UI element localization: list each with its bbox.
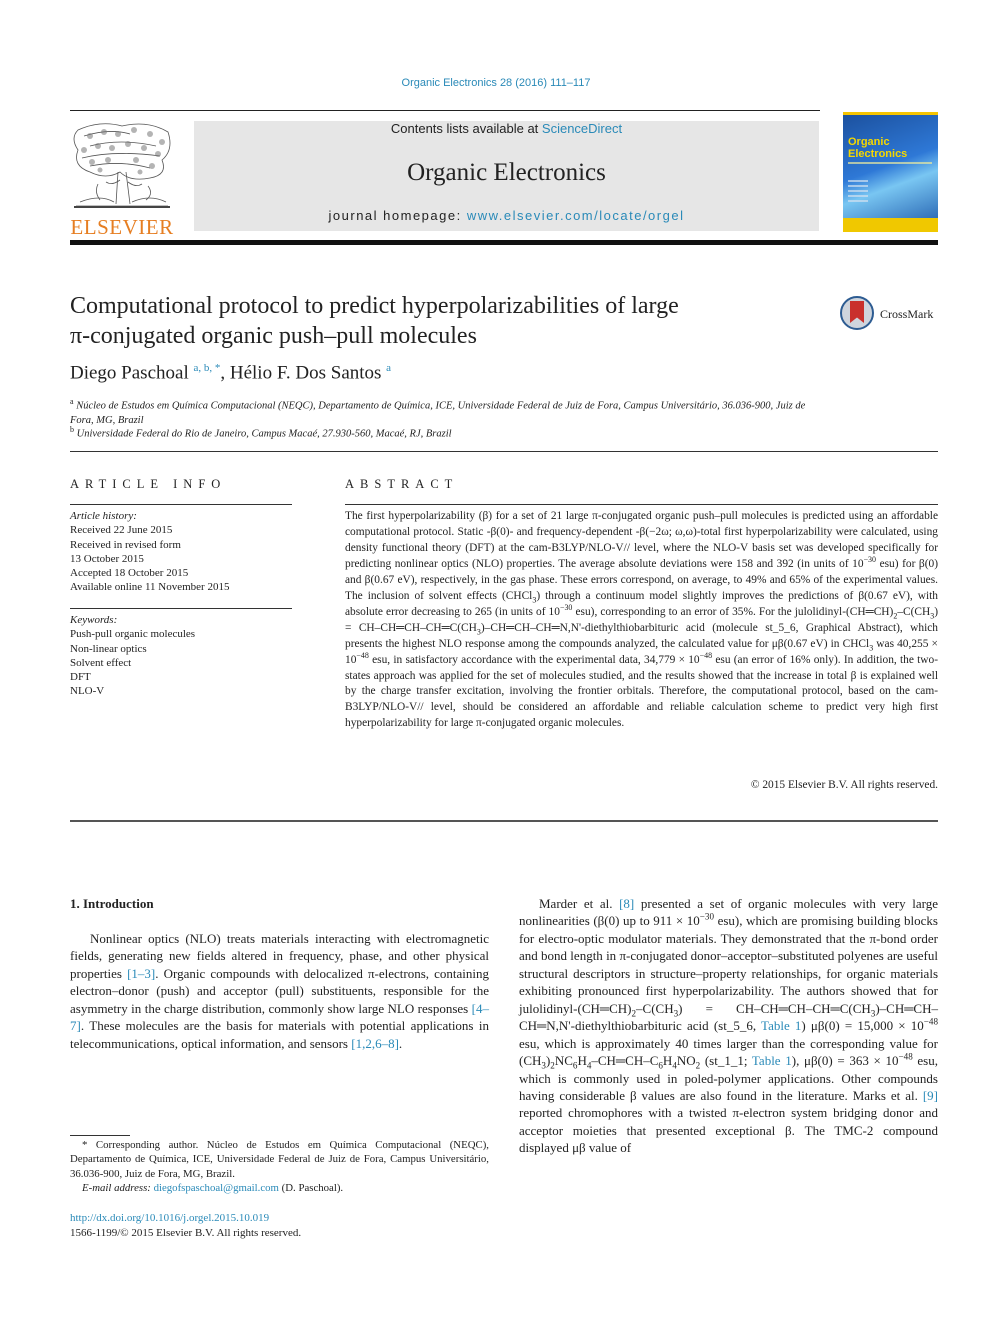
section-divider xyxy=(70,451,938,452)
journal-title: Organic Electronics xyxy=(407,159,606,186)
history-item: Accepted 18 October 2015 xyxy=(70,567,189,580)
cover-top-band xyxy=(843,112,938,115)
reference-link[interactable]: [1,2,6–8] xyxy=(351,1036,399,1051)
reference-link[interactable]: [9] xyxy=(923,1088,938,1103)
table-link[interactable]: Table 1 xyxy=(761,1018,801,1033)
footnote-rule xyxy=(70,1135,130,1136)
article-info-heading: ARTICLE INFO xyxy=(70,477,227,491)
table-link[interactable]: Table 1 xyxy=(752,1053,792,1068)
keywords: Keywords: Push-pull organic molecules No… xyxy=(70,613,292,699)
abstract-copyright: © 2015 Elsevier B.V. All rights reserved… xyxy=(750,779,938,791)
keyword-item: Solvent effect xyxy=(70,656,132,669)
history-item: Received in revised form xyxy=(70,538,181,551)
keyword-item: Non-linear optics xyxy=(70,642,147,655)
article-history: Article history: Received 22 June 2015 R… xyxy=(70,509,292,595)
author-name[interactable]: Hélio F. Dos Santos xyxy=(230,362,382,383)
homepage-link[interactable]: www.elsevier.com/locate/orgel xyxy=(467,208,685,223)
article-title: Computational protocol to predict hyperp… xyxy=(70,293,679,349)
issn-line: 1566-1199/© 2015 Elsevier B.V. All right… xyxy=(70,1227,302,1239)
history-item: Available online 11 November 2015 xyxy=(70,581,230,594)
article-info-rule xyxy=(70,504,292,505)
author-list: Diego Paschoal a, b, *, Hélio F. Dos San… xyxy=(70,362,392,384)
keywords-rule xyxy=(70,608,292,609)
email-link[interactable]: diegofspaschoal@gmail.com xyxy=(154,1182,279,1194)
author-name[interactable]: Diego Paschoal xyxy=(70,362,189,383)
journal-cover-image[interactable]: Organic Electronics xyxy=(843,112,938,232)
abstract-heading: ABSTRACT xyxy=(345,477,459,491)
reference-link[interactable]: [1–3] xyxy=(127,966,155,981)
affiliation-b: b Universidade Federal do Rio de Janeiro… xyxy=(70,425,452,440)
corresponding-author-footnote: * Corresponding author. Núcleo de Estudo… xyxy=(70,1139,489,1195)
author-affiliation-marks[interactable]: a, b, * xyxy=(193,362,220,374)
sciencedirect-link[interactable]: ScienceDirect xyxy=(542,121,622,136)
crossmark-button[interactable]: CrossMark xyxy=(840,296,940,334)
reference-link[interactable]: [8] xyxy=(619,896,634,911)
cover-editor-lines xyxy=(848,180,868,205)
history-item: 13 October 2015 xyxy=(70,552,144,565)
elsevier-logo[interactable]: ELSEVIER xyxy=(70,120,174,239)
homepage-line: journal homepage: www.elsevier.com/locat… xyxy=(328,208,685,223)
keyword-item: DFT xyxy=(70,671,91,684)
crossmark-label: CrossMark xyxy=(880,307,934,321)
cover-subtitle-bar xyxy=(848,162,932,164)
doi-block: http://dx.doi.org/10.1016/j.orgel.2015.1… xyxy=(70,1211,301,1241)
elsevier-wordmark: ELSEVIER xyxy=(70,215,174,239)
elsevier-tree-icon xyxy=(73,123,171,208)
keyword-item: NLO-V xyxy=(70,685,105,698)
history-item: Received 22 June 2015 xyxy=(70,524,173,537)
intro-paragraph-2: Marder et al. [8] presented a set of org… xyxy=(519,896,939,1156)
cover-title: Organic Electronics xyxy=(848,136,908,160)
keyword-item: Push-pull organic molecules xyxy=(70,628,196,641)
front-matter-end-rule xyxy=(70,820,938,822)
journal-citation-link[interactable]: Organic Electronics 28 (2016) 111–117 xyxy=(0,77,992,89)
journal-masthead: Contents lists available at ScienceDirec… xyxy=(194,121,819,231)
abstract-text: The first hyperpolarizability (β) for a … xyxy=(345,510,939,730)
masthead-thick-rule xyxy=(70,240,938,245)
doi-link[interactable]: http://dx.doi.org/10.1016/j.orgel.2015.1… xyxy=(70,1212,269,1224)
abstract-rule xyxy=(345,504,938,505)
header-rule xyxy=(70,110,820,111)
contents-line: Contents lists available at ScienceDirec… xyxy=(390,121,623,136)
author-affiliation-marks[interactable]: a xyxy=(386,362,391,374)
intro-paragraph-1: Nonlinear optics (NLO) treats materials … xyxy=(70,931,489,1051)
cover-bottom-band xyxy=(843,218,938,232)
section-heading-introduction: 1. Introduction xyxy=(70,896,154,911)
